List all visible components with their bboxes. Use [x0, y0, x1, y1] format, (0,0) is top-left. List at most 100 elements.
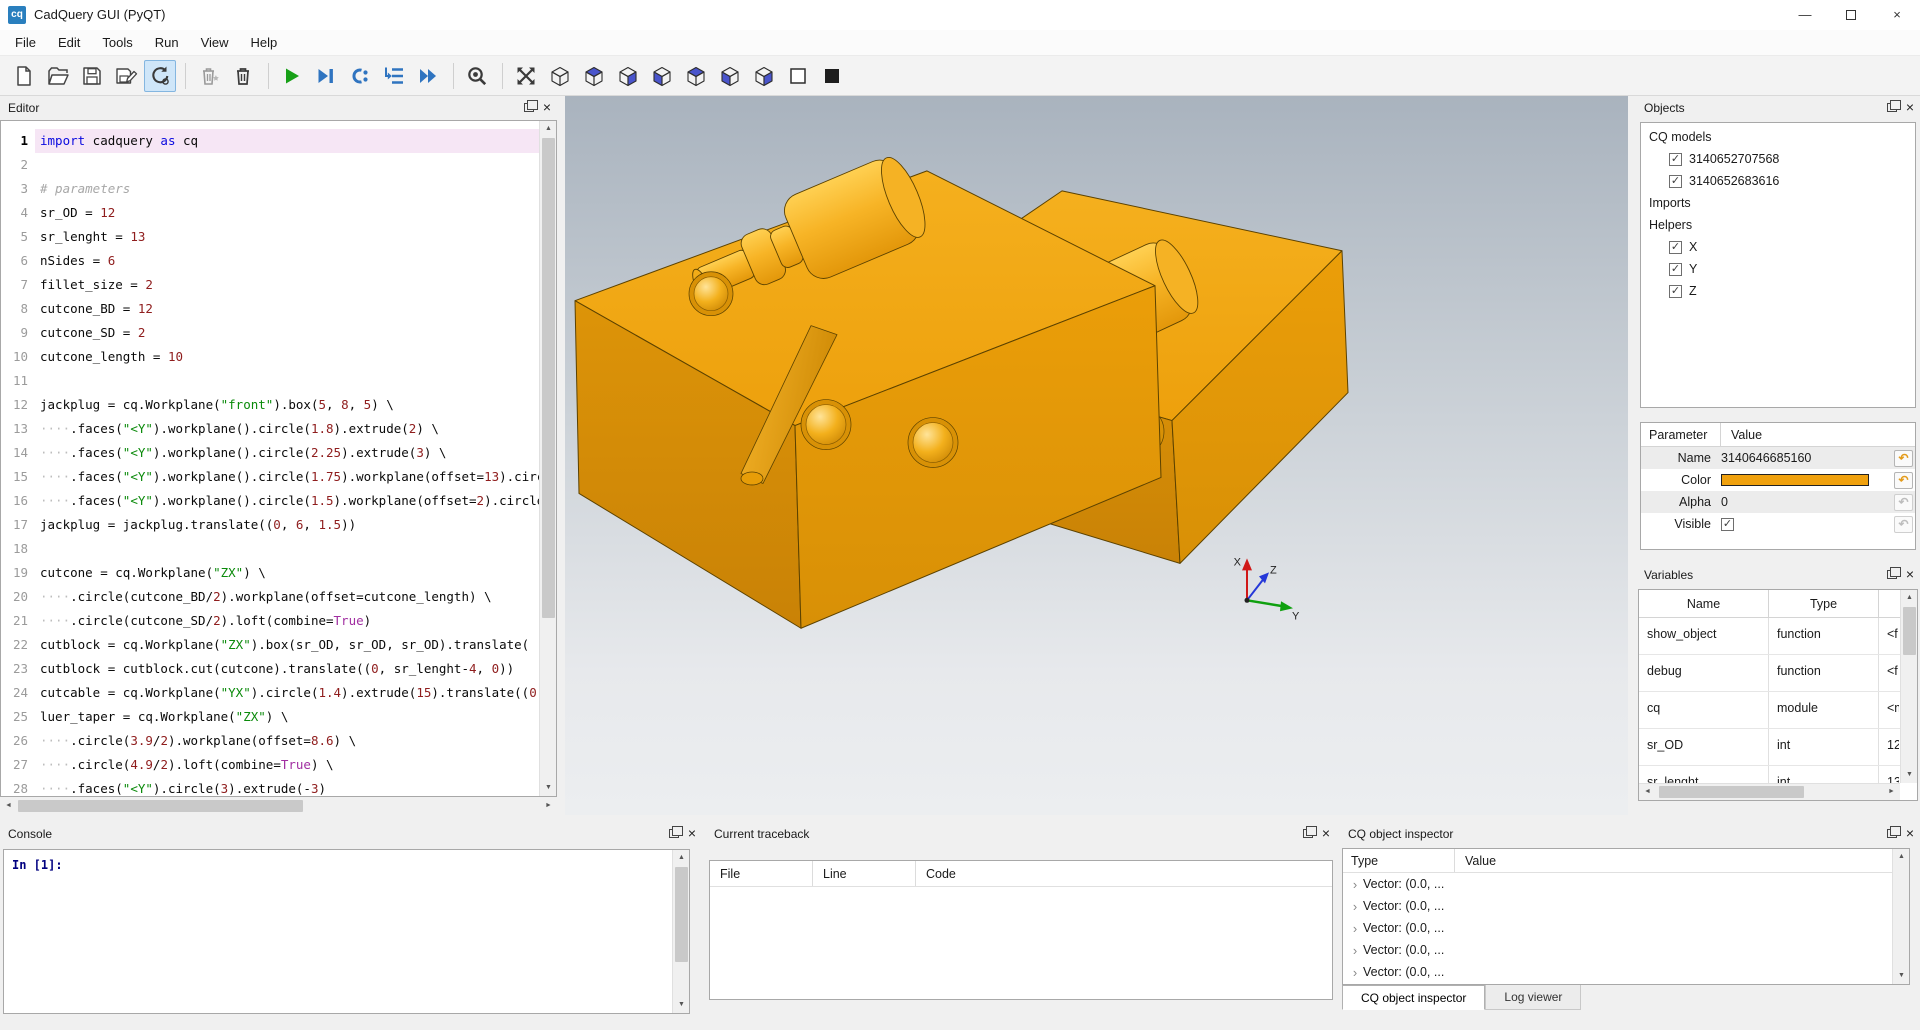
inspector-row[interactable]: ›Vector: (0.0, ... — [1343, 939, 1909, 961]
inspector-row[interactable]: ›Vector: (0.0, ... — [1343, 917, 1909, 939]
inspector-row[interactable]: ›Vector: (0.0, ... — [1343, 873, 1909, 895]
autoreload-button[interactable] — [144, 60, 176, 92]
close-button[interactable]: × — [1874, 0, 1920, 30]
code-line[interactable]: 12jackplug = cq.Workplane("front").box(5… — [1, 393, 539, 417]
step-button[interactable] — [344, 60, 376, 92]
variables-hscroll-thumb[interactable] — [1659, 786, 1804, 798]
tab-log-viewer[interactable]: Log viewer — [1485, 985, 1581, 1010]
save-script-as-button[interactable] — [110, 60, 142, 92]
code-line[interactable]: 11 — [1, 369, 539, 393]
menu-help[interactable]: Help — [240, 30, 289, 56]
traceback-close-icon[interactable]: × — [1322, 827, 1330, 840]
back-view-button[interactable] — [680, 60, 712, 92]
code-line[interactable]: 22cutblock = cq.Workplane("ZX").box(sr_O… — [1, 633, 539, 657]
undo-button[interactable]: ↶ — [1894, 450, 1913, 467]
checkbox[interactable]: ✓ — [1669, 175, 1682, 188]
editor-vertical-scrollbar[interactable]: ▲ ▼ — [539, 121, 556, 796]
scroll-up-icon[interactable]: ▲ — [673, 850, 690, 866]
black-view-button[interactable] — [816, 60, 848, 92]
code-line[interactable]: 7fillet_size = 2 — [1, 273, 539, 297]
right-view-button[interactable] — [748, 60, 780, 92]
code-line[interactable]: 18 — [1, 537, 539, 561]
maximize-button[interactable] — [1828, 0, 1874, 30]
code-line[interactable]: 20····.circle(cutcone_BD/2).workplane(of… — [1, 585, 539, 609]
scroll-up-icon[interactable]: ▲ — [1893, 849, 1910, 865]
code-line[interactable]: 28····.faces("<Y").circle(3).extrude(-3) — [1, 777, 539, 797]
variable-row[interactable]: show_objectfunction<f — [1639, 618, 1917, 655]
ortho-view-button[interactable] — [782, 60, 814, 92]
code-line[interactable]: 5sr_lenght = 13 — [1, 225, 539, 249]
menu-file[interactable]: File — [4, 30, 47, 56]
code-line[interactable]: 24cutcable = cq.Workplane("YX").circle(1… — [1, 681, 539, 705]
code-line[interactable]: 13····.faces("<Y").workplane().circle(1.… — [1, 417, 539, 441]
tab-cq-object-inspector[interactable]: CQ object inspector — [1342, 985, 1485, 1010]
code-line[interactable]: 8cutcone_BD = 12 — [1, 297, 539, 321]
scroll-down-icon[interactable]: ▼ — [1901, 767, 1918, 783]
scroll-down-icon[interactable]: ▼ — [540, 780, 557, 796]
variables-vertical-scrollbar[interactable]: ▲ ▼ — [1900, 590, 1917, 783]
tree-item[interactable]: ✓3140652707568 — [1641, 148, 1915, 170]
editor-hscroll-thumb[interactable] — [18, 800, 303, 812]
variables-vscroll-thumb[interactable] — [1903, 607, 1916, 655]
menu-edit[interactable]: Edit — [47, 30, 91, 56]
save-script-button[interactable] — [76, 60, 108, 92]
checkbox[interactable]: ✓ — [1669, 285, 1682, 298]
inspector-vertical-scrollbar[interactable]: ▲ ▼ — [1892, 849, 1909, 984]
checkbox[interactable]: ✓ — [1669, 241, 1682, 254]
top-view-button[interactable] — [578, 60, 610, 92]
scroll-left-icon[interactable]: ◄ — [0, 798, 17, 814]
parameter-row[interactable]: Visible✓↶ — [1641, 513, 1915, 535]
console-vscroll-thumb[interactable] — [675, 867, 688, 962]
console-input-area[interactable]: In [1]: ▲ ▼ — [3, 849, 690, 1014]
code-line[interactable]: 26····.circle(3.9/2).workplane(offset=8.… — [1, 729, 539, 753]
variables-float-icon[interactable] — [1887, 570, 1897, 579]
undo-button[interactable]: ↶ — [1894, 472, 1913, 489]
tree-group-label[interactable]: Imports — [1641, 192, 1915, 214]
objects-float-icon[interactable] — [1887, 103, 1897, 112]
code-line[interactable]: 3# parameters — [1, 177, 539, 201]
code-line[interactable]: 4sr_OD = 12 — [1, 201, 539, 225]
scroll-up-icon[interactable]: ▲ — [1901, 590, 1918, 606]
code-line[interactable]: 27····.circle(4.9/2).loft(combine=True) … — [1, 753, 539, 777]
bottom-view-button[interactable] — [646, 60, 678, 92]
continue-button[interactable] — [412, 60, 444, 92]
parameter-row[interactable]: Color↶ — [1641, 469, 1915, 491]
minimize-button[interactable]: — — [1782, 0, 1828, 30]
scroll-up-icon[interactable]: ▲ — [540, 121, 557, 137]
console-close-icon[interactable]: × — [688, 827, 696, 840]
tree-item[interactable]: ✓3140652683616 — [1641, 170, 1915, 192]
inspector-close-icon[interactable]: × — [1906, 827, 1914, 840]
iso-view-button[interactable] — [544, 60, 576, 92]
fit-view-button[interactable] — [510, 60, 542, 92]
render-button[interactable] — [276, 60, 308, 92]
inspector-row[interactable]: ›Vector: (0.0, ... — [1343, 961, 1909, 983]
tree-item[interactable]: ✓Z — [1641, 280, 1915, 302]
scroll-right-icon[interactable]: ► — [540, 798, 557, 814]
new-script-button[interactable] — [8, 60, 40, 92]
scroll-down-icon[interactable]: ▼ — [1893, 968, 1910, 984]
open-script-button[interactable] — [42, 60, 74, 92]
parameter-row[interactable]: Name3140646685160↶ — [1641, 447, 1915, 469]
code-line[interactable]: 15····.faces("<Y").workplane().circle(1.… — [1, 465, 539, 489]
menu-run[interactable]: Run — [144, 30, 190, 56]
code-line[interactable]: 16····.faces("<Y").workplane().circle(1.… — [1, 489, 539, 513]
parameter-row[interactable]: Alpha0↶ — [1641, 491, 1915, 513]
console-float-icon[interactable] — [669, 829, 679, 838]
menu-tools[interactable]: Tools — [91, 30, 143, 56]
code-line[interactable]: 21····.circle(cutcone_SD/2).loft(combine… — [1, 609, 539, 633]
tree-item[interactable]: ✓X — [1641, 236, 1915, 258]
inspector-float-icon[interactable] — [1887, 829, 1897, 838]
variable-row[interactable]: debugfunction<f — [1639, 655, 1917, 692]
console-vertical-scrollbar[interactable]: ▲ ▼ — [672, 850, 689, 1013]
editor-close-icon[interactable]: × — [543, 101, 551, 114]
code-line[interactable]: 2 — [1, 153, 539, 177]
visible-checkbox[interactable]: ✓ — [1721, 518, 1734, 531]
code-line[interactable]: 10cutcone_length = 10 — [1, 345, 539, 369]
checkbox[interactable]: ✓ — [1669, 263, 1682, 276]
variable-row[interactable]: sr_ODint12 — [1639, 729, 1917, 766]
scroll-right-icon[interactable]: ► — [1883, 784, 1900, 800]
3d-viewport[interactable]: X Z Y — [565, 96, 1628, 815]
editor-vscroll-thumb[interactable] — [542, 138, 555, 618]
checkbox[interactable]: ✓ — [1669, 153, 1682, 166]
step-in-button[interactable] — [378, 60, 410, 92]
